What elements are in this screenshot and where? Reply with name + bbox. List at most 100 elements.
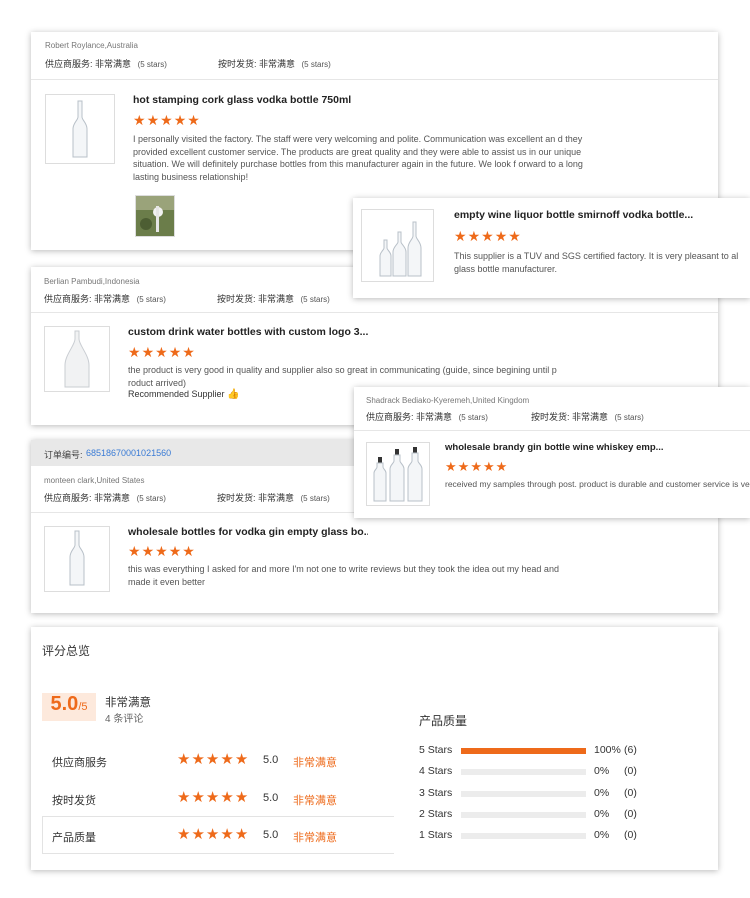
supplier-service-rating: 非常满意 <box>416 412 453 422</box>
summary-title: 评分总览 <box>42 644 91 658</box>
star-icon: ★ <box>177 751 192 768</box>
distribution-percent: 0% <box>594 829 610 842</box>
star-icon: ★ <box>182 344 196 360</box>
delivery-stars: (5 stars) <box>300 494 330 503</box>
delivery-rating: 非常满意 <box>571 412 608 422</box>
product-thumbnail[interactable] <box>366 442 430 506</box>
review-text: I personally visited the factory. The st… <box>133 134 583 182</box>
star-rating: ★★★★★ <box>128 345 196 359</box>
distribution-bar <box>461 769 586 776</box>
review-photo[interactable] <box>135 195 175 237</box>
star-icon: ★ <box>141 344 156 360</box>
star-icon: ★ <box>187 112 201 128</box>
product-title[interactable]: empty wine liquor bottle smirnoff vodka … <box>454 209 724 221</box>
delivery-label: 按时发货: <box>217 59 257 69</box>
star-icon: ★ <box>191 751 206 768</box>
supplier-service-stars: (5 stars) <box>137 60 167 69</box>
star-icon: ★ <box>205 751 221 768</box>
star-icon: ★ <box>482 459 496 474</box>
star-rating: ★★★★★ <box>133 113 201 127</box>
product-title[interactable]: custom drink water bottles with custom l… <box>128 326 368 338</box>
distribution-bar <box>461 748 586 754</box>
product-title[interactable]: hot stamping cork glass vodka bottle 750… <box>133 94 553 106</box>
row-label-quality: 产品质量 <box>52 832 96 844</box>
supplier-service-label: 供应商服务: <box>44 294 92 304</box>
star-icon: ★ <box>155 344 169 360</box>
review-count: 4 条评论 <box>105 714 144 725</box>
star-icon: ★ <box>470 459 483 474</box>
row-score-quality: 5.0 <box>263 829 279 841</box>
product-thumbnail[interactable] <box>45 94 115 164</box>
distribution-percent: 0% <box>594 807 610 820</box>
row-quality-highlight[interactable]: 产品质量 ★★★★★ 5.0 非常满意 <box>42 816 394 854</box>
star-icon: ★ <box>220 789 235 806</box>
star-icon: ★ <box>457 459 471 474</box>
supplier-service-label: 供应商服务: <box>45 59 93 69</box>
star-rating: ★★★★★ <box>445 460 508 474</box>
photo-icon <box>136 196 174 236</box>
delivery-stars: (5 stars) <box>301 60 331 69</box>
star-icon: ★ <box>234 789 250 806</box>
distribution-bar <box>461 833 586 840</box>
supplier-service-rating: 非常满意 <box>94 493 131 503</box>
star-icon: ★ <box>205 826 221 843</box>
star-distribution: 5 Stars 100% (6) 4 Stars 0% (0) 3 Stars 0% (0) 2 … <box>419 744 709 854</box>
product-thumbnail[interactable] <box>44 326 110 392</box>
distribution-percent: 0% <box>594 786 610 799</box>
review-meta: 供应商服务: 非常满意 (5 stars) 按时发货: 非常满意 (5 star… <box>45 57 331 70</box>
product-thumbnail[interactable] <box>361 209 434 282</box>
star-icon: ★ <box>234 751 250 768</box>
star-icon: ★ <box>168 543 183 559</box>
delivery-rating: 非常满意 <box>257 493 294 503</box>
reviewer-name: Shadrack Bediako-Kyeremeh,United Kingdom <box>366 396 530 405</box>
star-icon: ★ <box>508 228 522 244</box>
distribution-count: (0) <box>624 765 637 778</box>
supplier-service-rating: 非常满意 <box>94 294 131 304</box>
distribution-label: 2 Stars <box>419 807 453 820</box>
star-icon: ★ <box>495 459 509 474</box>
product-title[interactable]: wholesale brandy gin bottle wine whiskey… <box>445 442 705 453</box>
star-icon: ★ <box>220 826 235 843</box>
overall-score-text: 非常满意 <box>105 697 151 709</box>
review-text: this was everything I asked for and more… <box>128 564 559 587</box>
order-label: 订单编号: <box>44 450 83 460</box>
review-text: the product is very good in quality and … <box>128 365 557 388</box>
delivery-label: 按时发货: <box>216 493 256 503</box>
reviewer-name: Robert Roylance,Australia <box>45 41 138 50</box>
bottle-icon <box>72 100 88 158</box>
delivery-stars: (5 stars) <box>614 413 644 422</box>
star-icon: ★ <box>494 228 509 244</box>
product-thumbnail[interactable] <box>44 526 110 592</box>
supplier-service-stars: (5 stars) <box>458 413 488 422</box>
distribution-count: (6) <box>624 744 637 756</box>
distribution-count: (0) <box>624 829 637 842</box>
product-title[interactable]: wholesale bottles for vodka gin empty gl… <box>128 526 368 538</box>
delivery-label: 按时发货: <box>530 412 570 422</box>
supplier-service-rating: 非常满意 <box>95 59 132 69</box>
distribution-label: 5 Stars <box>419 744 453 756</box>
reviewer-name: monteen clark,United States <box>44 476 145 485</box>
star-icon: ★ <box>128 344 142 360</box>
star-icon: ★ <box>177 826 192 843</box>
order-number-link[interactable]: 68518670001021560 <box>86 448 171 458</box>
star-icon: ★ <box>173 112 188 128</box>
bottle-icon <box>64 330 90 388</box>
star-rating: ★★★★★ <box>128 544 196 558</box>
star-icon: ★ <box>146 112 161 128</box>
distribution-label: 1 Stars <box>419 829 453 842</box>
recommended-supplier: Recommended Supplier 👍 <box>128 388 240 402</box>
quality-title: 产品质量 <box>419 714 468 728</box>
star-icon: ★ <box>191 789 206 806</box>
supplier-service-stars: (5 stars) <box>136 295 166 304</box>
distribution-label: 3 Stars <box>419 786 453 799</box>
delivery-rating: 非常满意 <box>257 294 294 304</box>
star-icon: ★ <box>481 228 495 244</box>
star-icon: ★ <box>234 826 250 843</box>
star-icon: ★ <box>141 543 156 559</box>
row-text-quality: 非常满意 <box>293 832 337 844</box>
rating-rows: 供应商服务 ★★★★★ 5.0 非常满意 按时发货 ★★★★★ 5.0 非常满意… <box>42 740 394 854</box>
bottles-icon <box>379 221 422 277</box>
delivery-label: 按时发货: <box>216 294 256 304</box>
star-icon: ★ <box>155 543 169 559</box>
supplier-service-label: 供应商服务: <box>366 412 414 422</box>
